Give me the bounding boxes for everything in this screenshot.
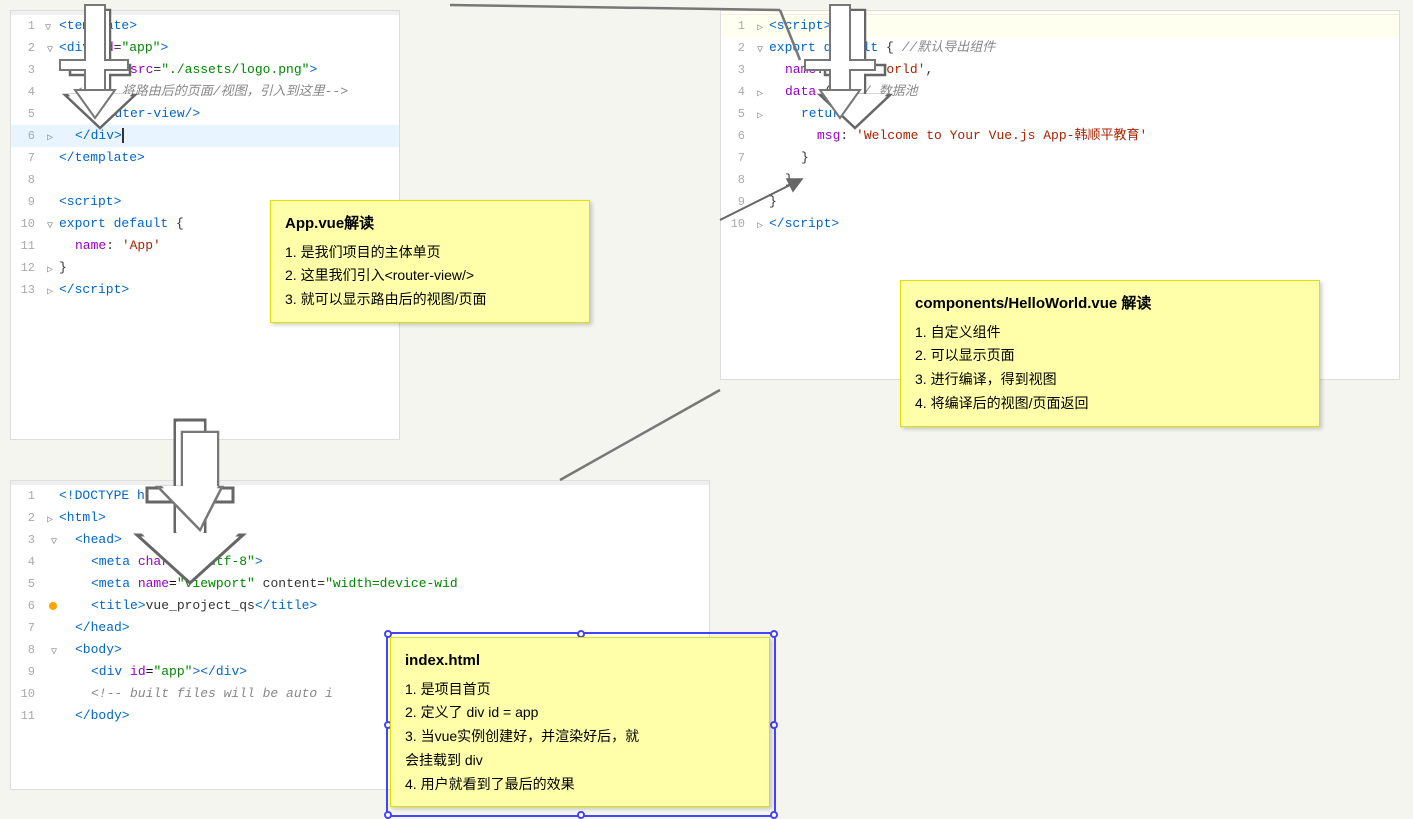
ih-line-5: 5 <meta name="viewport" content="width=d… bbox=[11, 573, 709, 595]
ih-line-2: 2 ▷ <html> bbox=[11, 507, 709, 529]
annotation-hw-item2: 2. 可以显示页面 bbox=[915, 344, 1305, 368]
annotation-hw-item4: 4. 将编译后的视图/页面返回 bbox=[915, 392, 1305, 416]
annotation-ih-item4: 4. 用户就看到了最后的效果 bbox=[405, 773, 755, 797]
code-line-3: 3 <img src="./assets/logo.png"> bbox=[11, 59, 399, 81]
annotation-hw-item3: 3. 进行编译，得到视图 bbox=[915, 368, 1305, 392]
handle-tr[interactable] bbox=[770, 630, 778, 638]
ih-line-3: 3 ▽ <head> bbox=[11, 529, 709, 551]
ih-line-7: 7 </head> bbox=[11, 617, 709, 639]
ih-line-4: 4 <meta charset="utf-8"> bbox=[11, 551, 709, 573]
annotation-app-vue-item2: 2. 这里我们引入<router-view/> bbox=[285, 264, 575, 288]
code-line-8: 8 bbox=[11, 169, 399, 191]
hs-line-7: 7 } bbox=[721, 147, 1399, 169]
handle-br[interactable] bbox=[770, 811, 778, 819]
hs-line-6: 6 msg: 'Welcome to Your Vue.js App-韩顺平教育… bbox=[721, 125, 1399, 147]
annotation-app-vue-title: App.vue解读 bbox=[285, 211, 575, 237]
code-line-4: 4 <!-- 将路由后的页面/视图，引入到这里--> bbox=[11, 81, 399, 103]
ih-line-1: 1 <!DOCTYPE html> bbox=[11, 485, 709, 507]
annotation-hw-item1: 1. 自定义组件 bbox=[915, 321, 1305, 345]
code-line-7: 7 </template> bbox=[11, 147, 399, 169]
annotation-app-vue-item1: 1. 是我们项目的主体单页 bbox=[285, 241, 575, 265]
annotation-app-vue-item3: 3. 就可以显示路由后的视图/页面 bbox=[285, 288, 575, 312]
hs-line-1: 1 ▷ <script> bbox=[721, 15, 1399, 37]
annotation-index-html-title: index.html bbox=[405, 648, 755, 674]
handle-mr[interactable] bbox=[770, 721, 778, 729]
annotation-hello-world-title: components/HelloWorld.vue 解读 bbox=[915, 291, 1305, 317]
hs-line-8: 8 } bbox=[721, 169, 1399, 191]
code-line-5: 5 <router-view/> bbox=[11, 103, 399, 125]
annotation-index-html: index.html 1. 是项目首页 2. 定义了 div id = app … bbox=[390, 637, 770, 807]
code-line-2: 2 ▽ <div id="app"> bbox=[11, 37, 399, 59]
hs-line-4: 4 ▷ data () {// 数据池 bbox=[721, 81, 1399, 103]
hs-line-3: 3 name: 'HelloWorld', bbox=[721, 59, 1399, 81]
hs-line-2: 2 ▽ export default { //默认导出组件 bbox=[721, 37, 1399, 59]
code-line-1: 1 ▽ <template> bbox=[11, 15, 399, 37]
annotation-hello-world: components/HelloWorld.vue 解读 1. 自定义组件 2.… bbox=[900, 280, 1320, 427]
annotation-ih-item3b: 会挂载到 div bbox=[405, 749, 755, 773]
annotation-ih-item2: 2. 定义了 div id = app bbox=[405, 701, 755, 725]
handle-bc[interactable] bbox=[577, 811, 585, 819]
handle-bl[interactable] bbox=[384, 811, 392, 819]
hs-line-5: 5 ▷ return { bbox=[721, 103, 1399, 125]
hs-line-9: 9 } bbox=[721, 191, 1399, 213]
annotation-ih-item1: 1. 是项目首页 bbox=[405, 678, 755, 702]
code-line-6: 6 ▷ </div> bbox=[11, 125, 399, 147]
ih-line-6: 6 <title>vue_project_qs</title> bbox=[11, 595, 709, 617]
annotation-app-vue: App.vue解读 1. 是我们项目的主体单页 2. 这里我们引入<router… bbox=[270, 200, 590, 323]
hs-line-10: 10 ▷ </script> bbox=[721, 213, 1399, 235]
annotation-ih-item3: 3. 当vue实例创建好，并渲染好后，就 bbox=[405, 725, 755, 749]
